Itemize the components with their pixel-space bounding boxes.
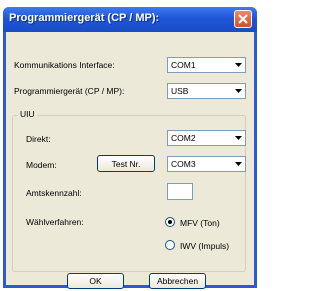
direct-dropdown[interactable]: COM2 <box>167 130 246 146</box>
device-dropdown[interactable]: USB <box>167 83 246 99</box>
ok-button-label: OK <box>89 276 102 286</box>
chevron-down-icon[interactable] <box>232 132 244 144</box>
test-number-label: Test Nr. <box>111 159 141 169</box>
dial-method-label: Wählverfahren: <box>26 217 84 227</box>
radio-iwv-label[interactable]: IWV (Impuls) <box>180 241 229 251</box>
cancel-button[interactable]: Abbrechen <box>149 273 206 289</box>
modem-dropdown[interactable]: COM3 <box>167 156 246 172</box>
interface-label: Kommunikations Interface: <box>14 60 115 70</box>
interface-value: COM1 <box>171 60 196 70</box>
chevron-down-icon[interactable] <box>232 85 244 97</box>
device-value: USB <box>171 86 189 96</box>
chevron-down-icon[interactable] <box>232 158 244 170</box>
close-x-icon <box>238 14 248 24</box>
title-bar[interactable]: Programmiergerät (CP / MP): <box>3 7 257 32</box>
prefix-input[interactable] <box>167 183 193 200</box>
modem-label: Modem: <box>26 160 57 170</box>
interface-dropdown[interactable]: COM1 <box>167 57 246 73</box>
dialog-body: Kommunikations Interface: COM1 Programmi… <box>6 32 254 289</box>
dialog-window: Programmiergerät (CP / MP): Kommunikatio… <box>3 7 257 289</box>
prefix-label: Amtskennzahl: <box>26 188 82 198</box>
close-button[interactable] <box>234 10 252 28</box>
direct-label: Direkt: <box>26 134 51 144</box>
ok-button[interactable]: OK <box>67 273 124 289</box>
direct-value: COM2 <box>171 133 196 143</box>
modem-value: COM3 <box>171 159 196 169</box>
radio-iwv[interactable] <box>165 240 175 250</box>
radio-mfv[interactable] <box>165 217 175 227</box>
window-title: Programmiergerät (CP / MP): <box>9 12 160 24</box>
device-label: Programmiergerät (CP / MP): <box>14 86 125 96</box>
chevron-down-icon[interactable] <box>232 59 244 71</box>
uiu-group-label: UIU <box>18 109 37 119</box>
cancel-button-label: Abbrechen <box>156 276 199 286</box>
radio-mfv-label[interactable]: MFV (Ton) <box>180 218 220 228</box>
test-number-button[interactable]: Test Nr. <box>97 155 155 172</box>
radio-dot-icon <box>168 220 172 224</box>
